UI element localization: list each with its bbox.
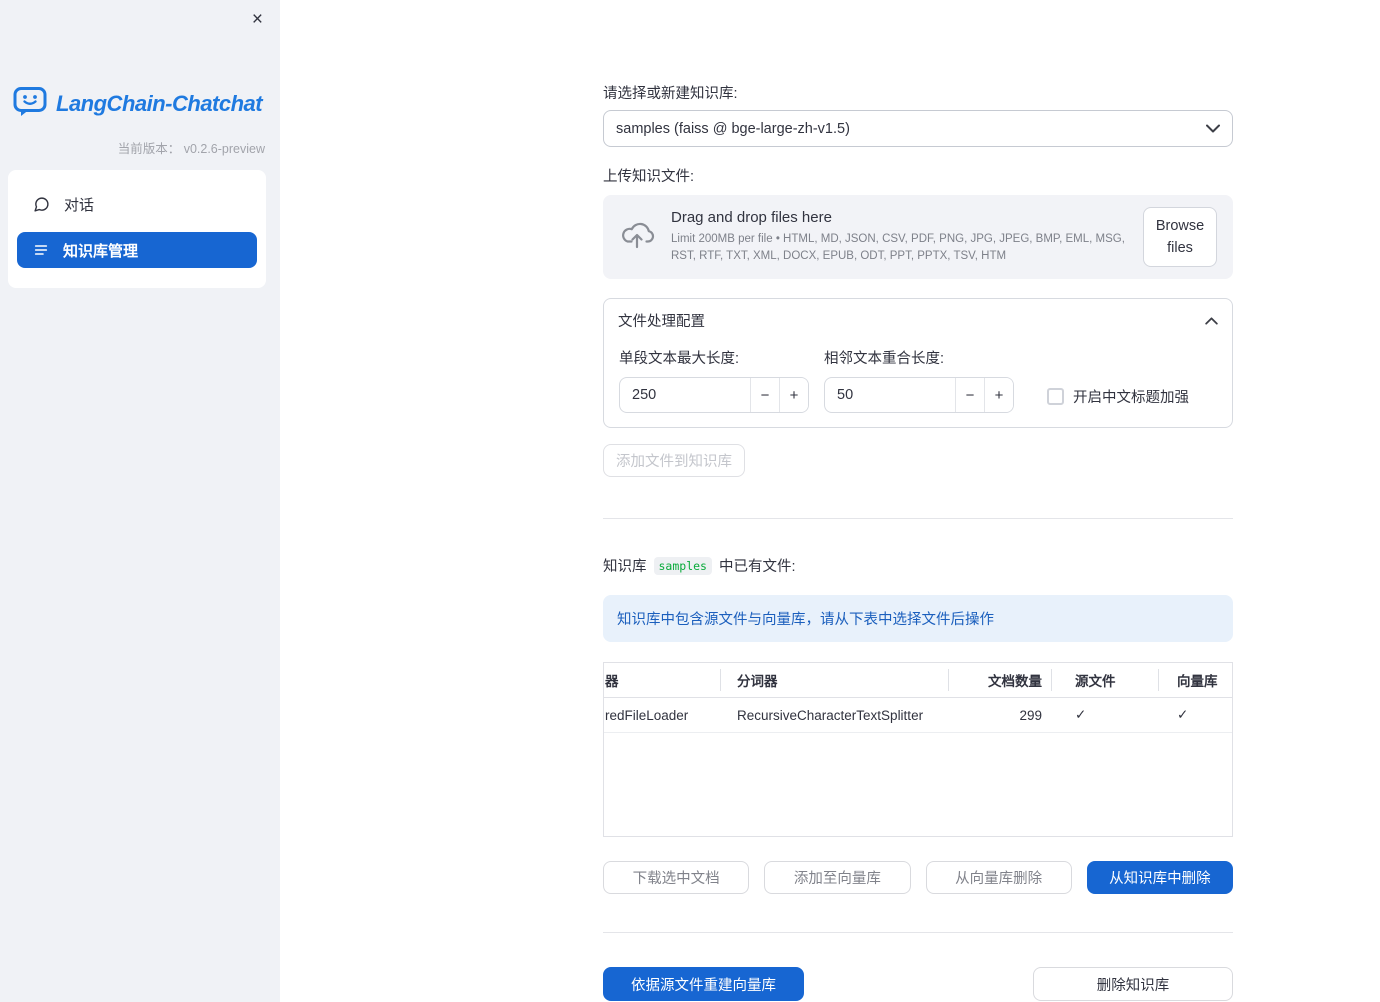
expander-body: 单段文本最大长度: 250 − + 相邻文本重合长度: 50 − + 开启中文标… (604, 338, 1232, 427)
main-content: 请选择或新建知识库: samples (faiss @ bge-large-zh… (603, 0, 1233, 1001)
chunk-size-decrement-button[interactable]: − (750, 378, 779, 412)
sidebar-item-knowledge-base[interactable]: 知识库管理 (17, 232, 257, 268)
overlap-size-label: 相邻文本重合长度: (824, 351, 945, 367)
chat-bubble-icon (33, 196, 50, 213)
file-config-expander: 文件处理配置 单段文本最大长度: 250 − + 相邻文本重合长度: 50 − … (603, 298, 1233, 428)
overlap-size-field: 相邻文本重合长度: 50 − + (824, 347, 1014, 413)
download-selected-button[interactable]: 下载选中文档 (603, 861, 750, 894)
overlap-size-decrement-button[interactable]: − (955, 378, 984, 412)
zh-title-enhance-field: 开启中文标题加强 (1047, 347, 1189, 413)
kb-select-label: 请选择或新建知识库: (603, 86, 738, 102)
version-label: 当前版本： v0.2.6-preview (117, 142, 265, 156)
sidebar-item-dialogue[interactable]: 对话 (17, 186, 257, 222)
dropzone-title: Drag and drop files here (671, 209, 832, 227)
overlap-size-input: 50 − + (824, 377, 1014, 413)
rebuild-vector-store-button[interactable]: 依据源文件重建向量库 (603, 967, 804, 1001)
column-header-splitter: 分词器 (720, 663, 948, 697)
dropzone-limits: Limit 200MB per file • HTML, MD, JSON, C… (671, 233, 1125, 262)
column-header-loader: 器 (605, 674, 619, 689)
langchain-chatchat-logo-icon (13, 86, 47, 121)
zh-title-enhance-label[interactable]: 开启中文标题加强 (1073, 386, 1189, 407)
expander-title: 文件处理配置 (618, 314, 705, 330)
column-header-doc-count: 文档数量 (948, 663, 1051, 697)
table-row[interactable]: redFileLoader RecursiveCharacterTextSpli… (604, 698, 1232, 733)
overlap-size-value[interactable]: 50 (825, 378, 955, 412)
sidebar-item-label: 对话 (64, 196, 95, 214)
kb-files-suffix: 中已有文件: (718, 559, 796, 575)
kb-name-code: samples (653, 556, 712, 575)
browse-files-button[interactable]: Browse files (1143, 206, 1217, 268)
sidebar-menu: 对话 知识库管理 (8, 170, 266, 288)
column-header-vector-store: 向量库 (1158, 663, 1232, 697)
zh-title-enhance-checkbox[interactable] (1047, 387, 1064, 405)
cell-loader: redFileLoader (605, 707, 689, 723)
chevron-down-icon (1206, 121, 1220, 137)
chunk-size-value[interactable]: 250 (620, 378, 750, 412)
cloud-upload-icon (619, 220, 655, 254)
kb-select-value: samples (faiss @ bge-large-zh-v1.5) (616, 120, 850, 137)
footer-actions: 依据源文件重建向量库 删除知识库 (603, 967, 1233, 1001)
cell-doc-count: 299 (1019, 707, 1042, 723)
cell-splitter: RecursiveCharacterTextSplitter (737, 707, 924, 723)
overlap-size-increment-button[interactable]: + (984, 378, 1013, 412)
add-files-button[interactable]: 添加文件到知识库 (603, 444, 745, 477)
chunk-size-input: 250 − + (619, 377, 809, 413)
column-header-source-file: 源文件 (1051, 663, 1158, 697)
sidebar: × LangChain-Chatchat 当前版本： v0.2.6-previe… (0, 0, 280, 1002)
list-icon (33, 242, 49, 258)
sidebar-item-label: 知识库管理 (63, 242, 139, 260)
file-actions-row: 下载选中文档 添加至向量库 从向量库删除 从知识库中删除 (603, 861, 1233, 894)
section-divider (603, 518, 1233, 519)
table-header-row: 器 分词器 文档数量 源文件 向量库 (604, 663, 1232, 698)
chevron-up-icon (1205, 313, 1218, 329)
delete-from-kb-button[interactable]: 从知识库中删除 (1086, 861, 1233, 894)
files-table[interactable]: 器 分词器 文档数量 源文件 向量库 redFileLoader Recursi… (603, 662, 1233, 837)
expander-header[interactable]: 文件处理配置 (604, 299, 1232, 338)
kb-files-heading: 知识库 samples 中已有文件: (603, 555, 1233, 576)
remove-from-vector-store-button[interactable]: 从向量库删除 (925, 861, 1072, 894)
dropzone-text: Drag and drop files here Limit 200MB per… (671, 209, 1127, 264)
app-logo-text: LangChain-Chatchat (56, 90, 263, 116)
chunk-size-increment-button[interactable]: + (779, 378, 808, 412)
file-dropzone[interactable]: Drag and drop files here Limit 200MB per… (603, 195, 1233, 279)
cell-source-file-check: ✓ (1075, 707, 1087, 722)
app-logo: LangChain-Chatchat (13, 86, 263, 121)
delete-kb-button[interactable]: 删除知识库 (1033, 967, 1233, 1001)
info-message: 知识库中包含源文件与向量库，请从下表中选择文件后操作 (603, 595, 1233, 642)
chunk-size-field: 单段文本最大长度: 250 − + (619, 347, 809, 413)
sidebar-close-button[interactable]: × (248, 6, 267, 33)
chunk-size-label: 单段文本最大长度: (619, 351, 740, 367)
kb-select[interactable]: samples (faiss @ bge-large-zh-v1.5) (603, 110, 1233, 147)
kb-files-prefix: 知识库 (603, 559, 647, 575)
upload-label: 上传知识文件: (603, 169, 695, 185)
cell-vector-store-check: ✓ (1177, 707, 1189, 722)
section-divider (603, 932, 1233, 933)
add-to-vector-store-button[interactable]: 添加至向量库 (764, 861, 911, 894)
